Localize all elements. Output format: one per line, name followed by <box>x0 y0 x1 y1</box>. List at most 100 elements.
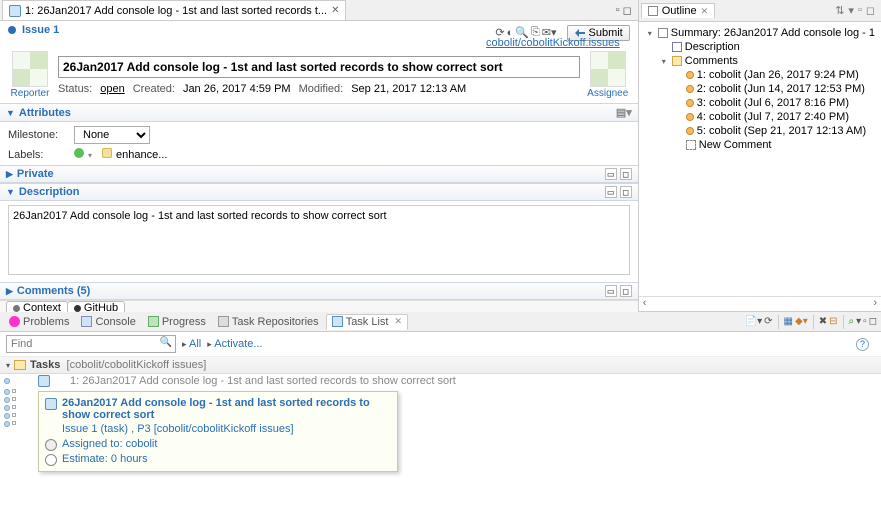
comments-section-header[interactable]: ▶ Comments (5) ▭◻ <box>0 282 638 300</box>
tab-console[interactable]: Console <box>76 315 140 329</box>
outline-comments-node[interactable]: ▾Comments <box>645 54 875 68</box>
filter-all[interactable]: All <box>182 338 201 350</box>
description-textarea[interactable]: 26Jan2017 Add console log - 1st and last… <box>8 205 630 275</box>
comments-max-icon[interactable]: ◻ <box>620 285 632 297</box>
chevron-right-icon: ▶ <box>6 286 13 297</box>
outline-min-icon[interactable]: ▫ <box>858 4 862 17</box>
issue-title-input[interactable] <box>58 56 580 78</box>
close-icon[interactable]: ✕ <box>331 5 339 16</box>
outline-menu-icon[interactable]: ▾ <box>848 4 854 17</box>
description-section-header[interactable]: ▼ Description ▭◻ <box>0 183 638 201</box>
minimize-icon[interactable]: ▫ <box>616 4 620 17</box>
tab-problems[interactable]: Problems <box>4 315 74 329</box>
attributes-section-header[interactable]: ▼ Attributes ▤▾ <box>0 103 638 122</box>
panel-min-icon[interactable]: ▫ <box>863 316 867 327</box>
refresh-icon[interactable]: ⟳ <box>764 316 772 327</box>
task-label: 1: 26Jan2017 Add console log - 1st and l… <box>54 375 456 387</box>
maximize-icon[interactable]: ◻ <box>623 4 632 17</box>
incoming-icon <box>4 378 10 384</box>
chevron-right-icon: ▶ <box>6 169 13 180</box>
search-icon[interactable]: 🔍 <box>160 337 172 348</box>
desc-restore-icon[interactable]: ▭ <box>605 186 617 198</box>
label-enhance-icon <box>102 148 112 158</box>
outline-tab[interactable]: Outline ✕ <box>641 3 715 18</box>
collapse-icon[interactable]: ⊟ <box>829 316 837 327</box>
issue-heading: Issue 1 <box>22 24 59 36</box>
outline-comment-item[interactable]: 3: cobolit (Jul 6, 2017 8:16 PM) <box>645 96 875 110</box>
filter-activate[interactable]: Activate... <box>207 338 262 350</box>
reporter-label[interactable]: Reporter <box>11 88 50 99</box>
attributes-menu-icon[interactable]: ▤▾ <box>616 106 632 119</box>
label-enhance[interactable]: enhance... <box>116 149 167 161</box>
chevron-down-icon: ▼ <box>6 187 15 197</box>
categorize-icon[interactable]: ▦ <box>784 316 793 327</box>
outline-comment-item[interactable]: 1: cobolit (Jan 26, 2017 9:24 PM) <box>645 68 875 82</box>
reporter-avatar <box>12 51 48 87</box>
find-input[interactable] <box>6 335 176 353</box>
schedule-icon[interactable]: ◆▾ <box>795 316 808 327</box>
labels-label: Labels: <box>8 149 68 161</box>
scroll-right-icon[interactable]: › <box>873 297 877 309</box>
label-dropdown-icon[interactable]: ▾ <box>88 151 92 160</box>
tab-task-list[interactable]: Task List✕ <box>326 314 408 330</box>
tab-task-repositories[interactable]: Task Repositories <box>213 315 324 329</box>
editor-tab-bar: 1: 26Jan2017 Add console log - 1st and l… <box>0 0 638 21</box>
editor-tab[interactable]: 1: 26Jan2017 Add console log - 1st and l… <box>2 0 346 20</box>
task-row[interactable]: 1: 26Jan2017 Add console log - 1st and l… <box>0 374 881 388</box>
issue-bullet-icon <box>8 26 16 34</box>
help-icon[interactable]: ? <box>856 338 869 351</box>
task-icon <box>38 375 50 387</box>
private-max-icon[interactable]: ◻ <box>620 168 632 180</box>
private-label: Private <box>17 168 54 180</box>
outline-comment-item[interactable]: 4: cobolit (Jul 7, 2017 2:40 PM) <box>645 110 875 124</box>
desc-max-icon[interactable]: ◻ <box>620 186 632 198</box>
folder-icon <box>14 360 26 370</box>
comments-restore-icon[interactable]: ▭ <box>605 285 617 297</box>
attributes-label: Attributes <box>19 107 71 119</box>
context-dot-icon <box>13 305 20 312</box>
outline-description-node[interactable]: Description <box>645 40 875 54</box>
panel-max-icon[interactable]: ◻ <box>869 316 877 327</box>
private-restore-icon[interactable]: ▭ <box>605 168 617 180</box>
outline-comment-item[interactable]: 2: cobolit (Jun 14, 2017 12:53 PM) <box>645 82 875 96</box>
outline-max-icon[interactable]: ◻ <box>866 4 875 17</box>
filter-icon[interactable]: ⌕ <box>849 316 855 327</box>
private-section-header[interactable]: ▶ Private ▭◻ <box>0 165 638 183</box>
tab-progress[interactable]: Progress <box>143 315 211 329</box>
person-icon <box>45 439 57 451</box>
status-label: Status: <box>58 83 92 95</box>
created-label: Created: <box>133 83 175 95</box>
close-icon[interactable]: ✕ <box>701 6 709 17</box>
outline-comment-item[interactable]: 5: cobolit (Sep 21, 2017 12:13 AM) <box>645 124 875 138</box>
editor-tab-label: 1: 26Jan2017 Add console log - 1st and l… <box>25 5 327 17</box>
scroll-left-icon[interactable]: ‹ <box>643 297 647 309</box>
repository-breadcrumb[interactable]: cobolit/cobolitKickoff.issues <box>486 37 628 49</box>
comments-label: Comments (5) <box>17 285 90 297</box>
tooltip-assigned: Assigned to: cobolit <box>62 438 157 450</box>
modified-label: Modified: <box>299 83 344 95</box>
tooltip-title: 26Jan2017 Add console log - 1st and last… <box>62 397 391 421</box>
outline-sort-icon[interactable]: ⇅ <box>835 4 844 17</box>
new-task-icon[interactable]: 📄▾ <box>745 316 762 327</box>
task-icon <box>9 5 21 17</box>
outline-new-comment-node[interactable]: New Comment <box>645 138 875 152</box>
milestone-select[interactable]: None <box>74 126 150 144</box>
assignee-label[interactable]: Assignee <box>587 88 628 99</box>
description-label: Description <box>19 186 80 198</box>
modified-value: Sep 21, 2017 12:13 AM <box>351 83 466 95</box>
console-icon <box>81 316 92 327</box>
status-value[interactable]: open <box>100 83 124 95</box>
tooltip-subtitle: Issue 1 (task) , P3 [cobolit/cobolitKick… <box>62 423 294 435</box>
clock-icon <box>45 454 57 466</box>
assignee-avatar <box>590 51 626 87</box>
outline-summary-node[interactable]: ▾Summary: 26Jan2017 Add console log - 1 <box>645 26 875 40</box>
close-icon[interactable]: ✕ <box>394 316 402 327</box>
view-menu-icon[interactable]: ▾ <box>856 316 861 327</box>
milestone-label: Milestone: <box>8 129 68 141</box>
tasks-category-header[interactable]: ▾ Tasks [cobolit/cobolitKickoff issues] <box>0 357 881 374</box>
progress-icon <box>148 316 159 327</box>
focus-icon[interactable]: ✖ <box>819 316 827 327</box>
tooltip-estimate: Estimate: 0 hours <box>62 453 148 465</box>
chevron-down-icon: ▼ <box>6 108 15 118</box>
task-tooltip: 26Jan2017 Add console log - 1st and last… <box>38 391 398 472</box>
